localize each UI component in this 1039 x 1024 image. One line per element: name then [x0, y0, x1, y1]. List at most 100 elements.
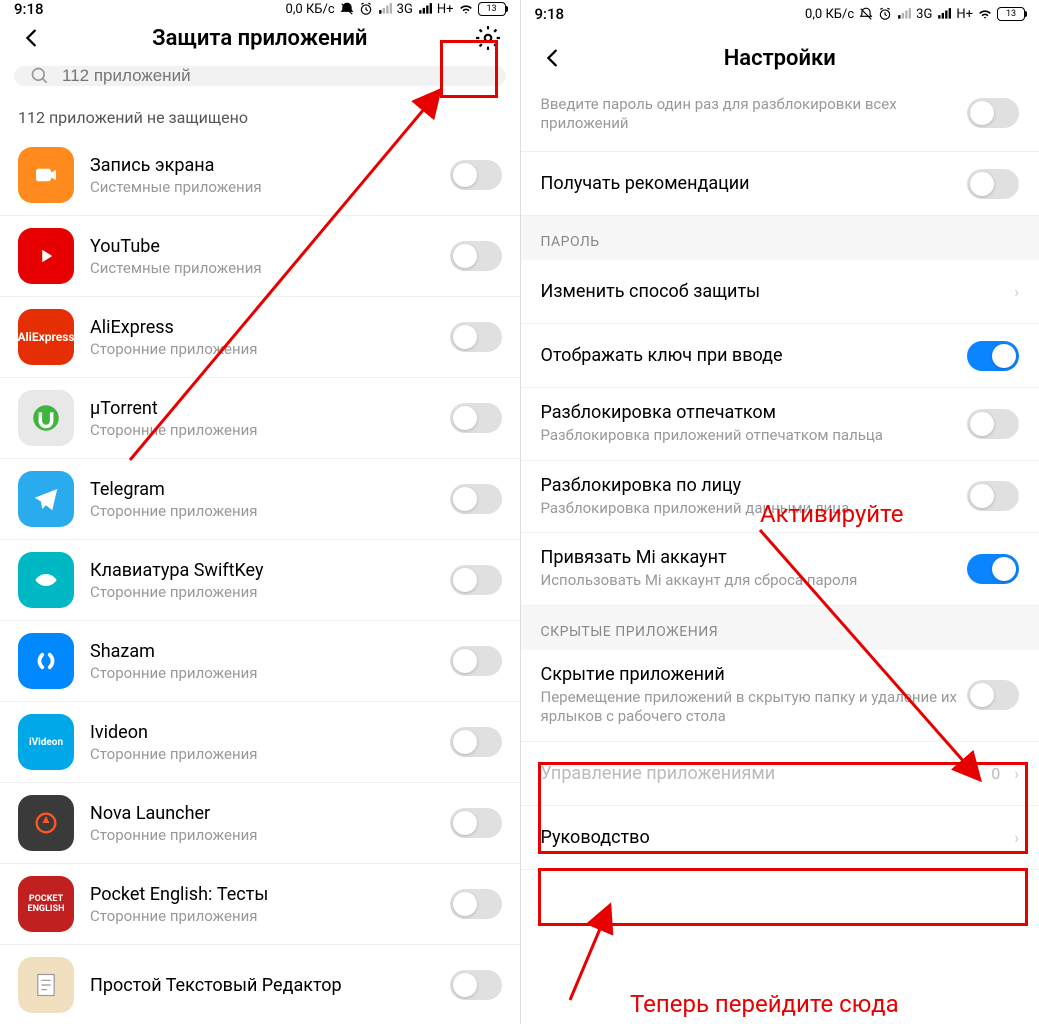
signal1-icon: [897, 7, 911, 21]
app-row[interactable]: iVideon Ivideon Сторонние приложения: [0, 702, 520, 783]
app-info: ShazamСторонние приложения: [90, 641, 450, 682]
battery-icon: 13: [997, 7, 1025, 21]
toggle-app-lock[interactable]: [450, 727, 502, 757]
app-row[interactable]: Клавиатура SwiftKey Сторонние приложения: [0, 540, 520, 621]
app-row[interactable]: Простой Текстовый Редактор: [0, 945, 520, 1024]
toggle-app-lock[interactable]: [450, 889, 502, 919]
settings-button[interactable]: [468, 18, 508, 58]
app-info: Nova Launcher Сторонние приложения: [90, 803, 450, 844]
status-icons: 0,0 КБ/с 3G H+ 13: [286, 2, 506, 17]
app-sub: Сторонние приложения: [90, 583, 450, 601]
app-sub: Системные приложения: [90, 259, 450, 277]
app-row[interactable]: Nova Launcher Сторонние приложения: [0, 783, 520, 864]
setting-fingerprint[interactable]: Разблокировка отпечатком Разблокировка п…: [521, 388, 1039, 461]
dnd-icon: [859, 7, 873, 21]
toggle-app-lock[interactable]: [450, 241, 502, 271]
header: Настройки: [521, 28, 1039, 88]
net-3g: 3G: [397, 2, 413, 17]
setting-face[interactable]: Разблокировка по лицу Разблокировка прил…: [521, 461, 1039, 534]
toggle-app-lock[interactable]: [450, 646, 502, 676]
search-input[interactable]: [62, 66, 490, 86]
toggle-hide-apps[interactable]: [967, 680, 1019, 710]
app-list: Запись экранаСистемные приложенияYouTube…: [0, 135, 520, 1024]
app-name: YouTube: [90, 236, 450, 257]
app-name: Клавиатура SwiftKey: [90, 560, 450, 581]
chevron-right-icon: ›: [1014, 828, 1019, 847]
app-sub: Сторонние приложения: [90, 340, 450, 358]
setting-recommendations[interactable]: Получать рекомендации: [521, 152, 1039, 216]
app-info: Запись экрана Системные приложения: [90, 155, 450, 196]
toggle-app-lock[interactable]: [450, 565, 502, 595]
back-icon: [542, 47, 564, 69]
app-sub: Системные приложения: [90, 178, 450, 196]
header: Защита приложений: [0, 18, 520, 58]
chevron-right-icon: ›: [1014, 764, 1019, 783]
net-hplus: H+: [437, 2, 454, 17]
app-sub: Сторонние приложения: [90, 421, 450, 439]
app-icon: [18, 471, 74, 527]
toggle-group-unlock[interactable]: [967, 98, 1019, 128]
toggle-show-key[interactable]: [967, 341, 1019, 371]
app-name: μTorrent: [90, 398, 450, 419]
app-info: TelegramСторонние приложения: [90, 479, 450, 520]
dnd-icon: [340, 2, 354, 16]
wifi-icon: [459, 2, 473, 16]
app-info: μTorrent Сторонние приложения: [90, 398, 450, 439]
status-icons: 0,0 КБ/с 3G H+ 13: [805, 7, 1025, 22]
back-button[interactable]: [533, 38, 573, 78]
signal2-icon: [418, 2, 432, 16]
setting-group-unlock[interactable]: Введите пароль один раз для разблокировк…: [521, 88, 1039, 152]
toggle-app-lock[interactable]: [450, 322, 502, 352]
app-info: Простой Текстовый Редактор: [90, 975, 450, 996]
manage-count: 0: [991, 764, 1000, 783]
toggle-app-lock[interactable]: [450, 484, 502, 514]
toggle-app-lock[interactable]: [450, 808, 502, 838]
app-row[interactable]: Запись экрана Системные приложения: [0, 135, 520, 216]
alarm-icon: [359, 2, 373, 16]
app-row[interactable]: ShazamСторонние приложения: [0, 621, 520, 702]
app-row[interactable]: YouTube Системные приложения: [0, 216, 520, 297]
section-password: ПАРОЛЬ: [521, 216, 1039, 260]
app-icon: iVideon: [18, 714, 74, 770]
battery-icon: 13: [478, 2, 506, 16]
toggle-mi-account[interactable]: [967, 554, 1019, 584]
app-icon: [18, 390, 74, 446]
toggle-app-lock[interactable]: [450, 160, 502, 190]
toggle-app-lock[interactable]: [450, 403, 502, 433]
phone-right: 9:18 0,0 КБ/с 3G H+ 13 Настройки Введите…: [520, 0, 1039, 1024]
phone-left: 9:18 0,0 КБ/с 3G H+ 13 Защита приложений…: [0, 0, 520, 1024]
setting-show-key[interactable]: Отображать ключ при вводе: [521, 324, 1039, 388]
app-sub: Сторонние приложения: [90, 907, 450, 925]
alarm-icon: [878, 7, 892, 21]
app-sub: Сторонние приложения: [90, 745, 450, 763]
setting-mi-account[interactable]: Привязать Mi аккаунт Использовать Mi акк…: [521, 533, 1039, 606]
setting-change-method[interactable]: Изменить способ защиты ›: [521, 260, 1039, 324]
setting-hide-apps[interactable]: Скрытие приложений Перемещение приложени…: [521, 650, 1039, 742]
net-hplus: H+: [956, 7, 973, 22]
app-icon: [18, 795, 74, 851]
app-row[interactable]: POCKETENGLISHPocket English: ТестыСторон…: [0, 864, 520, 945]
status-time: 9:18: [535, 5, 565, 23]
toggle-fingerprint[interactable]: [967, 409, 1019, 439]
app-info: Ivideon Сторонние приложения: [90, 722, 450, 763]
app-name: Pocket English: Тесты: [90, 884, 450, 905]
app-info: Pocket English: Тесты Сторонние приложени…: [90, 884, 450, 925]
toggle-recommendations[interactable]: [967, 169, 1019, 199]
toggle-face[interactable]: [967, 481, 1019, 511]
toggle-app-lock[interactable]: [450, 970, 502, 1000]
app-name: Ivideon: [90, 722, 450, 743]
back-button[interactable]: [12, 18, 52, 58]
data-rate: 0,0 КБ/с: [286, 2, 335, 17]
app-name: Nova Launcher: [90, 803, 450, 824]
app-row[interactable]: AliExpressAliExpressСторонние приложения: [0, 297, 520, 378]
app-sub: Сторонние приложения: [90, 664, 450, 682]
search-bar[interactable]: [14, 66, 506, 86]
app-name: Запись экрана: [90, 155, 450, 176]
setting-manage-apps[interactable]: Управление приложениями 0 ›: [521, 742, 1039, 806]
app-row[interactable]: μTorrent Сторонние приложения: [0, 378, 520, 459]
app-row[interactable]: TelegramСторонние приложения: [0, 459, 520, 540]
section-hidden: СКРЫТЫЕ ПРИЛОЖЕНИЯ: [521, 606, 1039, 650]
app-sub: Сторонние приложения: [90, 826, 450, 844]
gear-icon: [475, 25, 501, 51]
setting-guide[interactable]: Руководство ›: [521, 806, 1039, 870]
